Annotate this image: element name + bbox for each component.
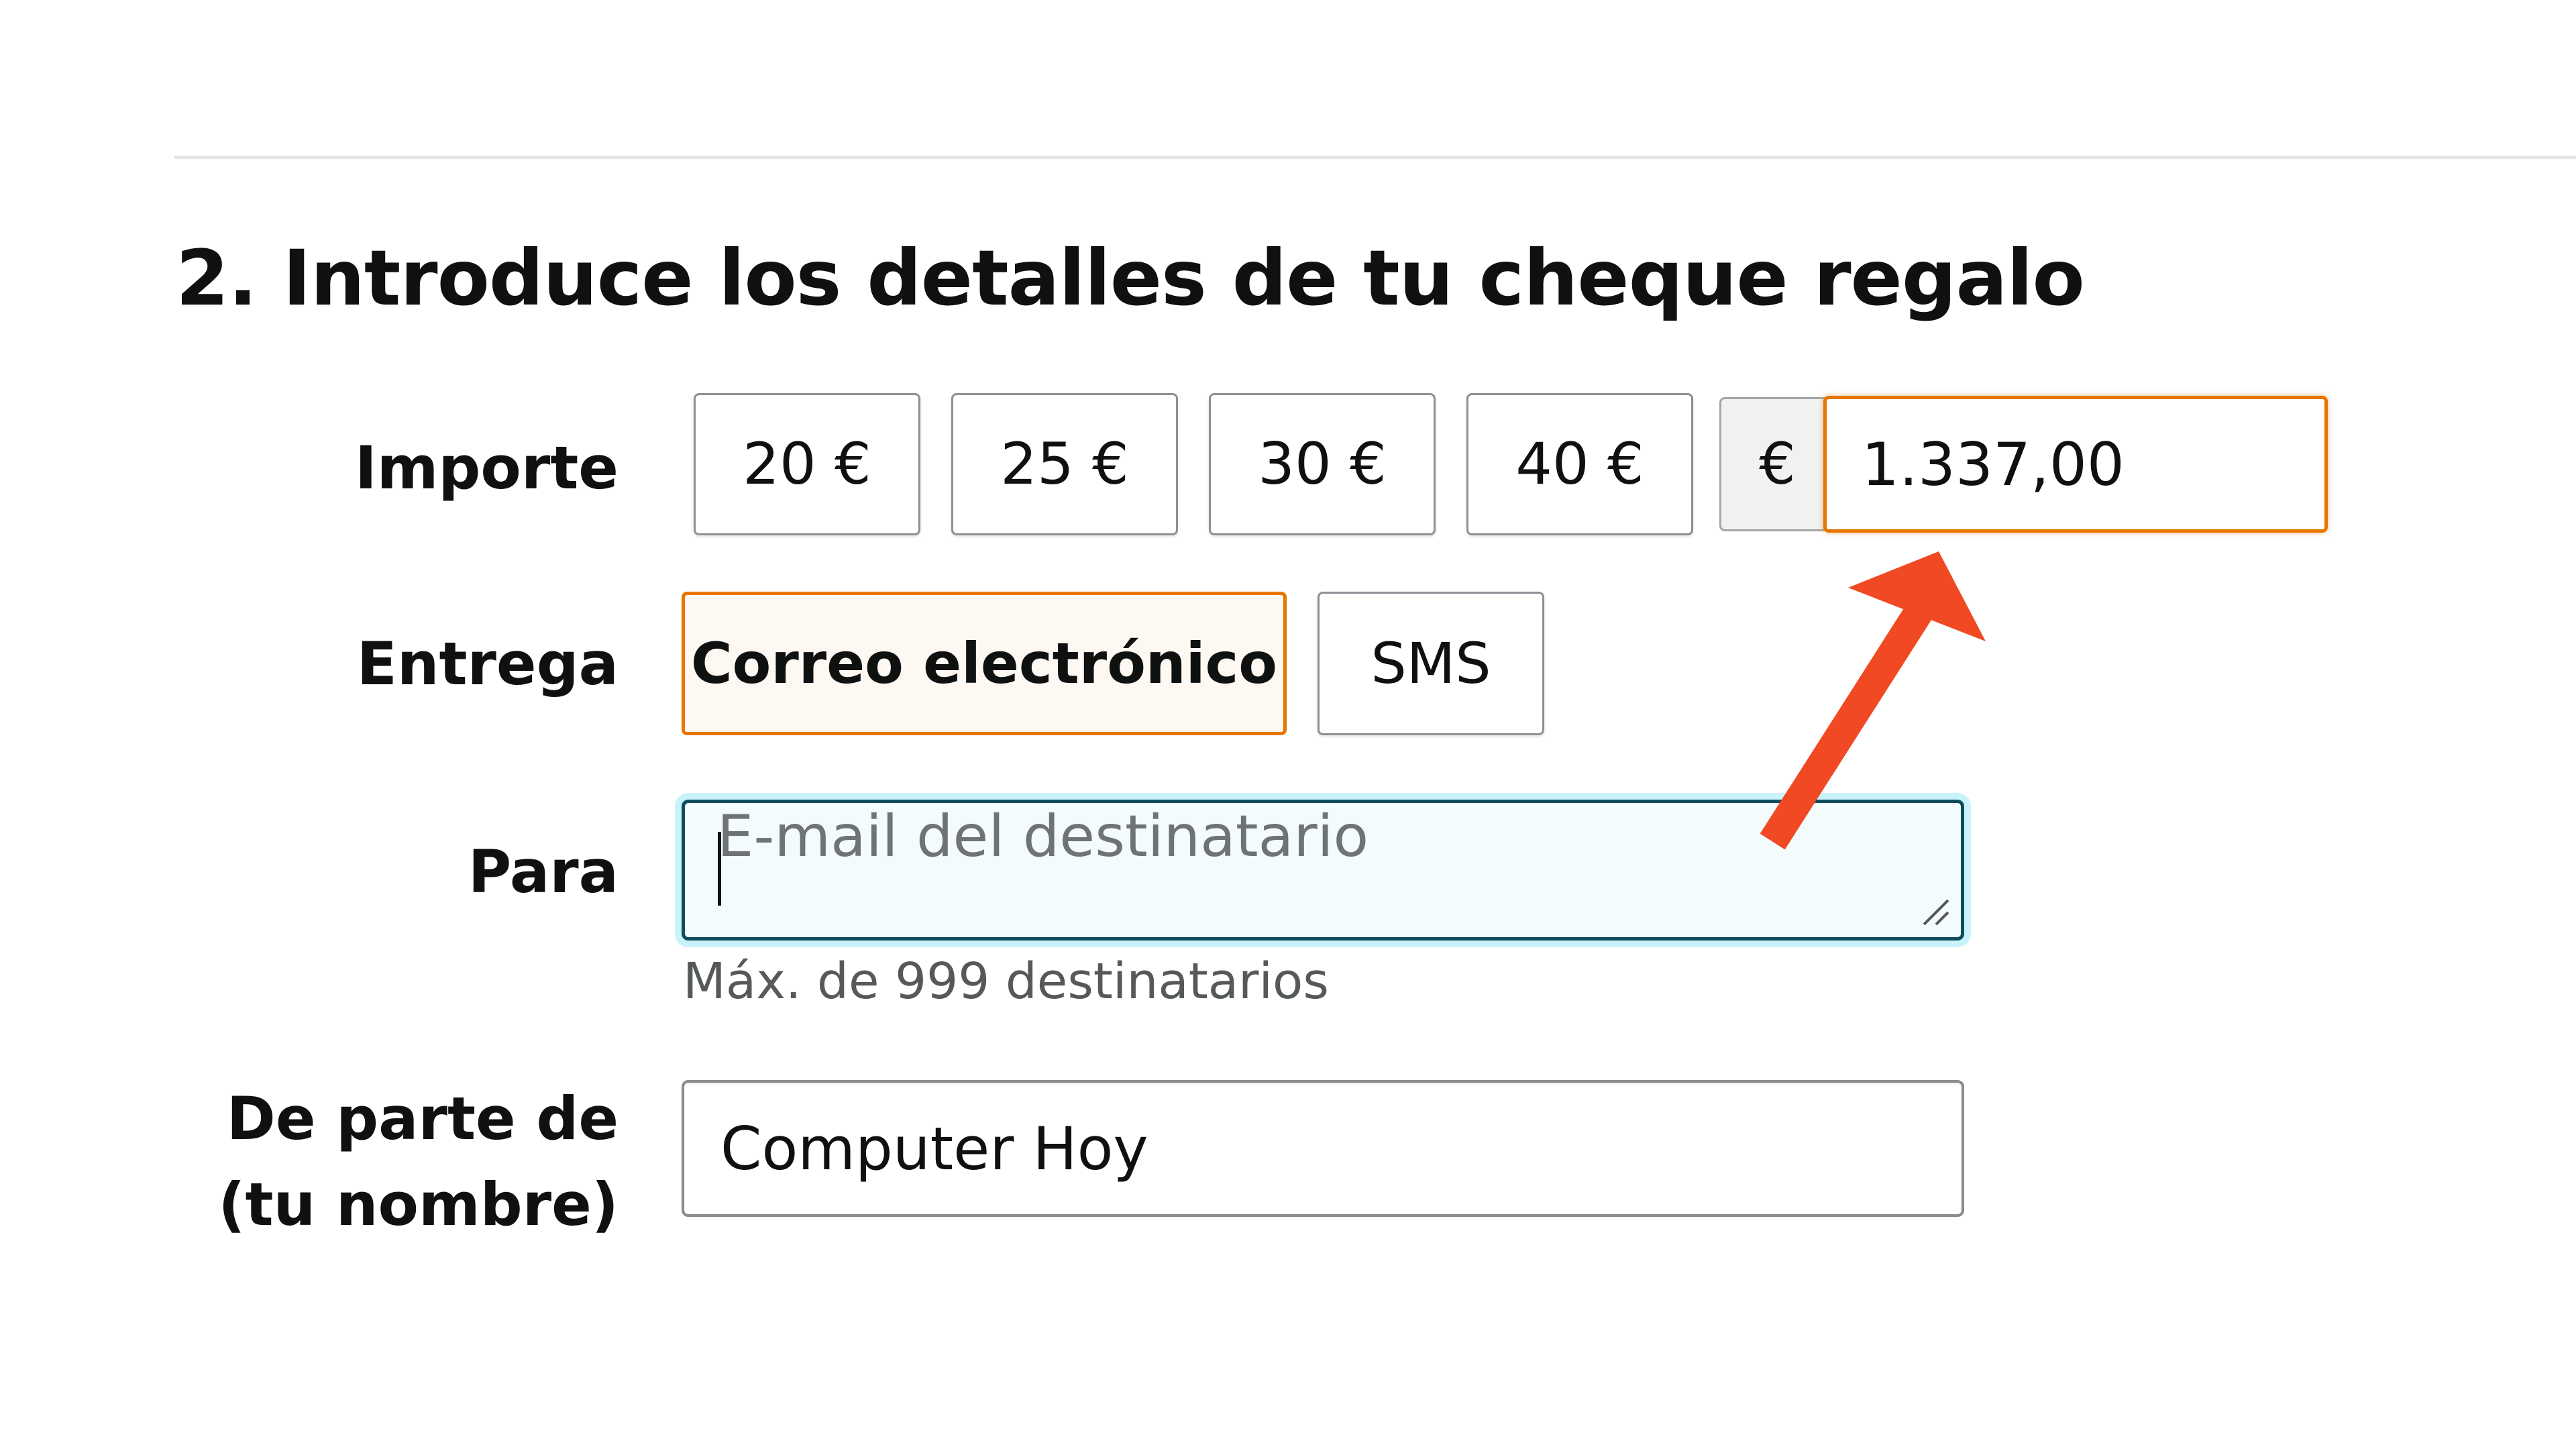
amount-label: Importe [354, 433, 619, 502]
amount-option-30[interactable]: 30 € [1209, 393, 1436, 535]
amount-option-25[interactable]: 25 € [951, 393, 1178, 535]
text-caret [718, 832, 721, 906]
custom-amount-input[interactable]: 1.337,00 [1823, 396, 2328, 533]
red-arrow-icon [1760, 551, 1986, 850]
amount-option-20[interactable]: 20 € [694, 393, 920, 535]
amount-option-40[interactable]: 40 € [1466, 393, 1693, 535]
sender-label-line1: De parte de [226, 1084, 619, 1153]
delivery-label: Entrega [356, 629, 619, 698]
gift-card-details-section: 2. Introduce los detalles de tu cheque r… [0, 0, 2576, 1449]
resize-handle-icon[interactable] [1917, 894, 1952, 928]
recipient-hint: Máx. de 999 destinatarios [683, 953, 1329, 1010]
delivery-option-email[interactable]: Correo electrónico [682, 592, 1287, 735]
sender-label-line2: (tu nombre) [218, 1170, 619, 1239]
delivery-option-sms[interactable]: SMS [1318, 592, 1544, 735]
section-divider [174, 156, 2576, 159]
currency-prefix: € [1719, 397, 1833, 531]
recipient-label: Para [468, 837, 619, 906]
section-heading: 2. Introduce los detalles de tu cheque r… [176, 233, 2085, 323]
sender-name-input[interactable]: Computer Hoy [682, 1080, 1964, 1217]
